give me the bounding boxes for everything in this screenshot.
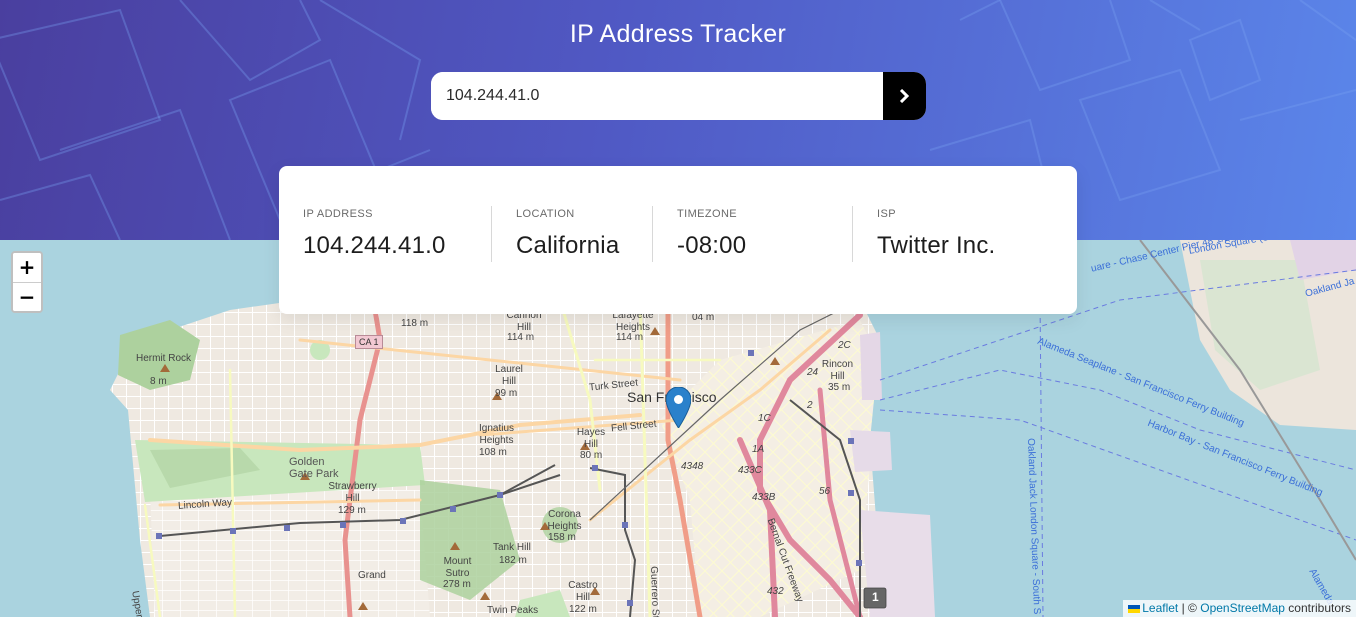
location-stat: LOCATION California <box>516 208 619 260</box>
stat-divider <box>852 206 853 262</box>
map-label-exit-4348: 4348 <box>681 461 704 472</box>
map-label-mount-sutro: Mount Sutro <box>443 556 472 579</box>
map-label-exit-2: 2 <box>807 400 813 411</box>
chevron-right-icon <box>899 89 910 103</box>
zoom-in-button[interactable]: + <box>13 253 41 282</box>
stat-divider <box>491 206 492 262</box>
map-label-exit-1-shield: 1 <box>872 590 879 604</box>
map-label-exit-433c: 433C <box>738 465 762 476</box>
map-label-elevation-122: 122 m <box>569 604 597 615</box>
map-label-rincon-hill: Rincon Hill <box>821 359 854 382</box>
map-shield-ca1: CA 1 <box>355 335 383 349</box>
map-zoom-control: + − <box>11 251 43 313</box>
map-label-corona-heights: Corona Heights <box>547 509 582 532</box>
map-label-elevation-158: 158 m <box>548 532 576 543</box>
map-label-strawberry-hill: Strawberry Hill <box>328 481 377 504</box>
timezone-value: -08:00 <box>677 232 747 259</box>
ip-address-value: 104.244.41.0 <box>303 232 446 259</box>
map-label-exit-432: 432 <box>767 586 784 597</box>
ip-info-card: IP ADDRESS 104.244.41.0 LOCATION Califor… <box>279 166 1077 314</box>
location-value: California <box>516 232 620 259</box>
openstreetmap-link[interactable]: OpenStreetMap <box>1200 601 1285 615</box>
map-label-exit-24: 24 <box>807 367 819 378</box>
map-label-laurel-hill: Laurel Hill <box>495 364 523 387</box>
map-label-exit-433b: 433B <box>752 492 776 503</box>
ip-address-label: IP ADDRESS <box>303 208 373 220</box>
map-label-elevation-129: 129 m <box>338 505 366 516</box>
isp-stat: ISP Twitter Inc. <box>877 208 995 260</box>
page-title: IP Address Tracker <box>569 20 787 48</box>
attribution-suffix: contributors <box>1288 601 1351 615</box>
map-label-castro-hill: Castro Hill <box>568 580 598 603</box>
map-label-elevation-108: 108 m <box>479 447 507 458</box>
map-label-twin-peaks: Twin Peaks <box>487 605 539 616</box>
ip-search-form <box>431 72 926 120</box>
map-label-elevation-114-cannon: 114 m <box>507 332 535 343</box>
leaflet-link[interactable]: Leaflet <box>1142 601 1178 615</box>
timezone-label: TIMEZONE <box>677 208 738 220</box>
map-label-exit-1c: 1C <box>758 413 771 424</box>
map-label-exit-2c: 2C <box>838 340 851 351</box>
search-submit-button[interactable] <box>883 72 926 120</box>
map-attribution: Leaflet | © OpenStreetMap contributors <box>1123 600 1356 617</box>
map-label-golden-gate-park: Golden Gate Park <box>289 456 339 480</box>
ip-search-input[interactable] <box>431 72 883 120</box>
map-label-elevation-182: 182 m <box>499 555 527 566</box>
map-label-ignatius-heights: Ignatius Heights <box>478 423 515 446</box>
map-label-hayes-hill: Hayes Hill <box>576 427 606 450</box>
timezone-stat: TIMEZONE -08:00 <box>677 208 746 260</box>
attribution-separator: | © <box>1181 601 1197 615</box>
map-label-elevation-35: 35 m <box>828 382 851 393</box>
ip-address-stat: IP ADDRESS 104.244.41.0 <box>303 208 446 260</box>
isp-label: ISP <box>877 208 896 220</box>
map-label-elevation-80: 80 m <box>580 450 603 461</box>
location-pin-icon[interactable] <box>666 387 691 428</box>
map-label-hermit-elevation: 8 m <box>150 376 167 387</box>
map-label-grand: Grand <box>358 570 386 581</box>
map-label-tank-hill: Tank Hill <box>493 542 531 553</box>
map-label-elevation-278: 278 m <box>443 579 471 590</box>
map-label-hermit-rock: Hermit Rock <box>136 353 192 364</box>
map-label-exit-1a: 1A <box>752 444 765 455</box>
location-label: LOCATION <box>516 208 575 220</box>
map-label-exit-56: 56 <box>819 486 831 497</box>
map-label-elevation-99: 99 m <box>495 388 518 399</box>
map-label-elevation-114-lafayette: 114 m <box>616 332 644 343</box>
ukraine-flag-icon <box>1128 604 1141 613</box>
map-label-elevation-118: 118 m <box>401 318 429 329</box>
stat-divider <box>652 206 653 262</box>
map-label-guerrero-street: Guerrero Str <box>648 566 661 617</box>
isp-value: Twitter Inc. <box>877 232 996 259</box>
zoom-out-button[interactable]: − <box>13 282 41 311</box>
